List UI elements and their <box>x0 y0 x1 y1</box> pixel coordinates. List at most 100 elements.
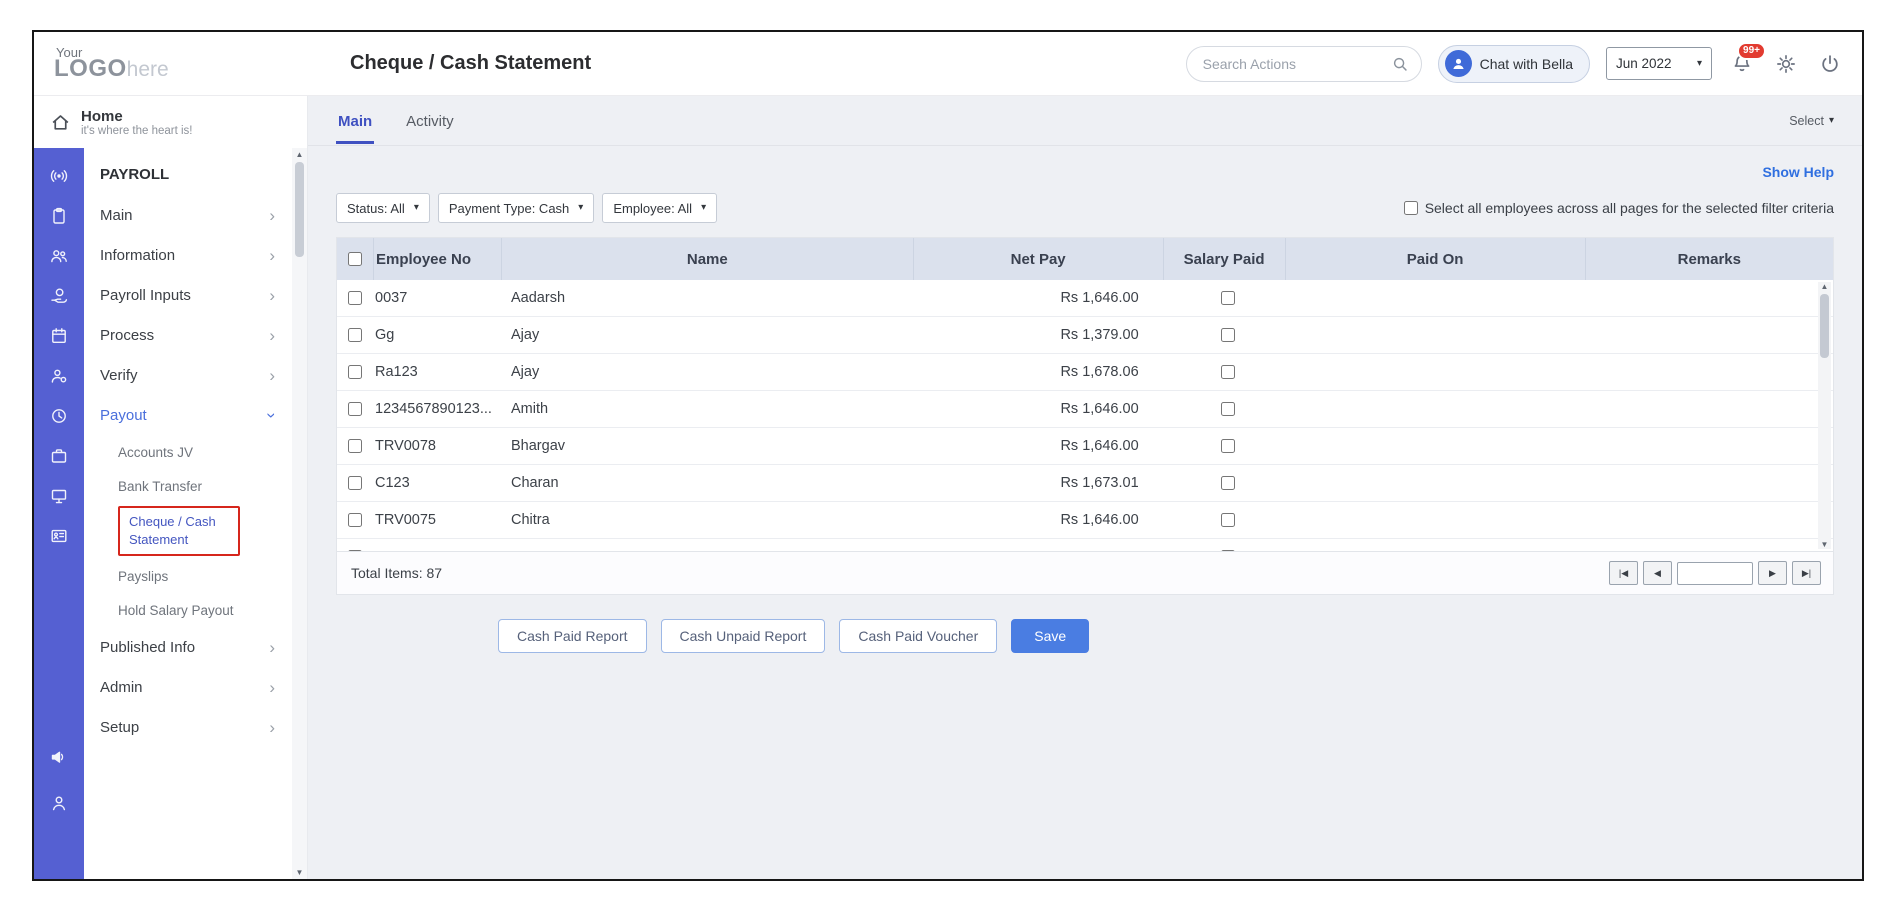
salary-paid-checkbox[interactable] <box>1221 402 1235 416</box>
sidebar-item-published-info[interactable]: Published Info › <box>84 627 293 667</box>
tab-main[interactable]: Main <box>336 98 374 144</box>
scrollbar-thumb[interactable] <box>1820 294 1829 358</box>
row-select-checkbox[interactable] <box>348 291 362 305</box>
cell-net-pay: Rs 1,646.00 <box>917 290 1167 306</box>
scroll-down-icon[interactable]: ▼ <box>296 868 304 877</box>
employee-filter-dropdown[interactable]: Employee: All ▾ <box>602 193 717 223</box>
sidebar-menu: PAYROLL Main › Information › Payroll Inp… <box>84 148 307 879</box>
scroll-up-icon[interactable]: ▲ <box>1821 282 1829 291</box>
briefcase-icon[interactable] <box>34 436 84 476</box>
payment-type-filter-dropdown[interactable]: Payment Type: Cash ▾ <box>438 193 594 223</box>
topbar: Your LOGOhere Cheque / Cash Statement <box>34 32 1862 96</box>
cell-employee-no: C123 <box>373 475 501 491</box>
row-select-checkbox[interactable] <box>348 476 362 490</box>
id-card-icon[interactable] <box>34 516 84 556</box>
page-number-input[interactable] <box>1677 562 1753 585</box>
scrollbar-thumb[interactable] <box>295 162 304 257</box>
calendar-icon[interactable] <box>34 316 84 356</box>
sidebar-item-admin[interactable]: Admin › <box>84 667 293 707</box>
row-select-checkbox[interactable] <box>348 402 362 416</box>
logout-button[interactable] <box>1816 50 1844 78</box>
row-select-checkbox[interactable] <box>348 513 362 527</box>
payroll-icon[interactable] <box>34 276 84 316</box>
show-help-link[interactable]: Show Help <box>1762 164 1834 180</box>
cell-name: Charan <box>501 475 917 491</box>
search-actions-box[interactable] <box>1186 46 1422 82</box>
sidebar-item-verify[interactable]: Verify › <box>84 355 293 395</box>
salary-paid-checkbox[interactable] <box>1221 513 1235 527</box>
scroll-down-icon[interactable]: ▼ <box>1821 540 1829 549</box>
next-page-button[interactable]: ▶ <box>1758 561 1787 585</box>
salary-paid-checkbox[interactable] <box>1221 550 1235 551</box>
table-row: TRV0078 Bhargav Rs 1,646.00 <box>337 428 1833 465</box>
salary-paid-checkbox[interactable] <box>1221 328 1235 342</box>
table-scrollbar[interactable]: ▲ ▼ <box>1818 282 1831 549</box>
salary-paid-checkbox[interactable] <box>1221 439 1235 453</box>
sidebar-item-main[interactable]: Main › <box>84 195 293 235</box>
employee-settings-icon[interactable] <box>34 356 84 396</box>
table-row: TRV0075 Chitra Rs 1,646.00 <box>337 502 1833 539</box>
sidebar-item-payout[interactable]: Payout › <box>84 395 293 435</box>
row-select-checkbox[interactable] <box>348 365 362 379</box>
monitor-icon[interactable] <box>34 476 84 516</box>
search-input[interactable] <box>1203 56 1391 72</box>
sidebar-item-process[interactable]: Process › <box>84 315 293 355</box>
announcement-icon[interactable] <box>34 737 84 777</box>
scroll-up-icon[interactable]: ▲ <box>296 150 304 159</box>
people-icon[interactable] <box>34 236 84 276</box>
tab-activity[interactable]: Activity <box>404 98 456 144</box>
save-button[interactable]: Save <box>1011 619 1089 653</box>
sidebar-item-setup[interactable]: Setup › <box>84 707 293 747</box>
select-dropdown[interactable]: Select ▾ <box>1789 114 1834 128</box>
logo-text-main: LOGO <box>54 55 127 82</box>
cell-net-pay: Rs 1,646.00 <box>917 438 1167 454</box>
sidebar-item-payslips[interactable]: Payslips <box>118 559 293 593</box>
row-select-checkbox[interactable] <box>348 550 362 551</box>
header-name: Name <box>501 238 913 280</box>
select-all-employees-checkbox[interactable] <box>1404 201 1418 215</box>
menu-section-title: PAYROLL <box>84 154 293 195</box>
chevron-down-icon: ▾ <box>578 203 583 213</box>
chevron-right-icon: › <box>269 327 275 344</box>
tasks-icon[interactable] <box>34 196 84 236</box>
sidebar-item-home[interactable]: Home it's where the heart is! <box>34 96 307 148</box>
profile-icon[interactable] <box>34 783 84 823</box>
salary-paid-checkbox[interactable] <box>1221 291 1235 305</box>
sidebar-item-cheque-cash-statement[interactable]: Cheque / Cash Statement <box>118 503 293 559</box>
sidebar-item-payroll-inputs[interactable]: Payroll Inputs › <box>84 275 293 315</box>
cash-unpaid-report-button[interactable]: Cash Unpaid Report <box>661 619 826 653</box>
chevron-right-icon: › <box>269 207 275 224</box>
sidebar-item-bank-transfer[interactable]: Bank Transfer <box>118 469 293 503</box>
sidebar-item-information[interactable]: Information › <box>84 235 293 275</box>
row-select-checkbox[interactable] <box>348 439 362 453</box>
previous-page-button[interactable]: ◀ <box>1643 561 1672 585</box>
broadcast-icon[interactable] <box>34 156 84 196</box>
sidebar-item-accounts-jv[interactable]: Accounts JV <box>118 435 293 469</box>
select-all-employees-option[interactable]: Select all employees across all pages fo… <box>1404 200 1834 216</box>
chat-with-bella-button[interactable]: Chat with Bella <box>1438 45 1590 83</box>
last-page-button[interactable]: ▶| <box>1792 561 1821 585</box>
header-select-all-checkbox[interactable] <box>348 252 362 266</box>
clock-icon[interactable] <box>34 396 84 436</box>
notifications-button[interactable]: 99+ <box>1728 50 1756 78</box>
settings-button[interactable] <box>1772 50 1800 78</box>
sidebar-item-hold-salary-payout[interactable]: Hold Salary Payout <box>118 593 293 627</box>
chevron-right-icon: › <box>269 247 275 264</box>
cash-paid-voucher-button[interactable]: Cash Paid Voucher <box>839 619 997 653</box>
period-dropdown[interactable]: Jun 2022 ▾ <box>1606 47 1712 80</box>
tab-bar: Main Activity Select ▾ <box>308 96 1862 146</box>
chevron-right-icon: › <box>269 719 275 736</box>
status-filter-dropdown[interactable]: Status: All ▾ <box>336 193 430 223</box>
first-page-button[interactable]: |◀ <box>1609 561 1638 585</box>
sidebar-scrollbar[interactable]: ▲ ▼ <box>292 148 307 879</box>
salary-paid-checkbox[interactable] <box>1221 365 1235 379</box>
chevron-down-icon: ▾ <box>414 203 419 213</box>
row-select-checkbox[interactable] <box>348 328 362 342</box>
table-header: Employee No Name Net Pay Salary Paid Pai… <box>337 238 1833 280</box>
table-body: 0037 Aadarsh Rs 1,646.00 Gg Ajay Rs 1,37… <box>337 280 1833 551</box>
table-row: Gg Ajay Rs 1,379.00 <box>337 317 1833 354</box>
gear-icon <box>1775 53 1797 75</box>
salary-paid-checkbox[interactable] <box>1221 476 1235 490</box>
company-logo: Your LOGOhere <box>54 45 350 83</box>
cash-paid-report-button[interactable]: Cash Paid Report <box>498 619 647 653</box>
